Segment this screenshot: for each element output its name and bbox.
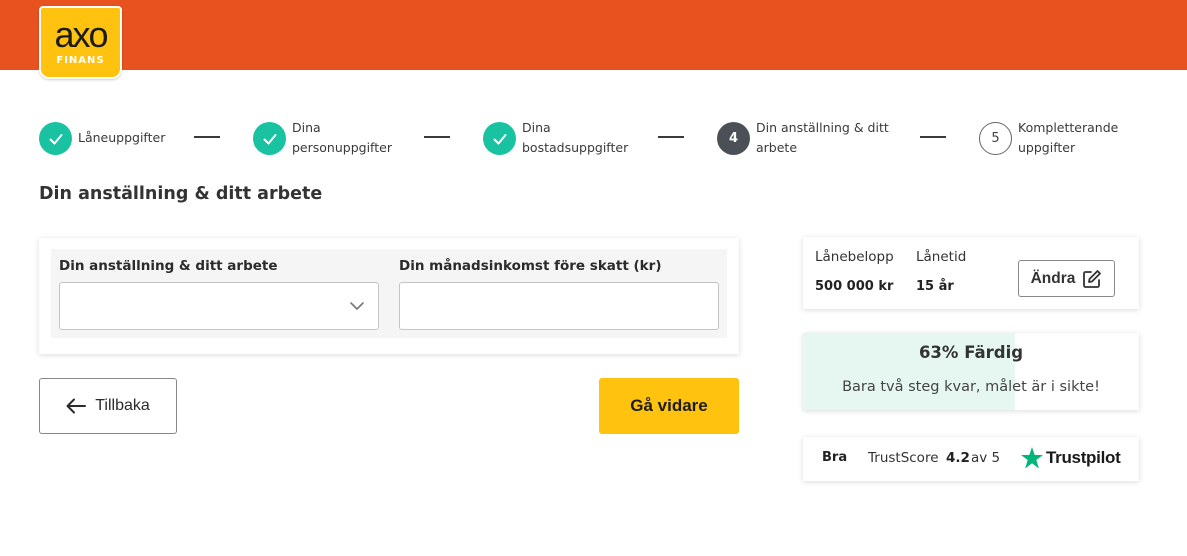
logo-subtitle: FINANS <box>56 55 105 66</box>
income-input[interactable] <box>400 283 718 329</box>
logo-wordmark: axo <box>54 14 108 55</box>
next-button[interactable]: Gå vidare <box>599 378 739 434</box>
trustpilot-brand: Trustpilot <box>1046 448 1121 467</box>
trustpilot-widget[interactable]: Bra TrustScore 4.2 av 5 Trustpilot <box>803 437 1139 481</box>
loan-summary-card: Lånebelopp 500 000 kr Lånetid 15 år Ändr… <box>803 237 1139 309</box>
trustscore-label: TrustScore <box>868 450 939 466</box>
trustpilot-star-icon <box>1021 447 1043 469</box>
step-5-number: 5 <box>979 122 1012 155</box>
check-icon <box>483 122 516 155</box>
trustscore-value: 4.2 <box>946 450 970 466</box>
back-button[interactable]: Tillbaka <box>39 378 177 434</box>
edit-loan-button[interactable]: Ändra <box>1018 260 1115 297</box>
step-5-label: Kompletterande uppgifter <box>1018 120 1119 155</box>
progress-card: 63% Färdig Bara två steg kvar, målet är … <box>803 333 1139 410</box>
trustpilot-logo: Trustpilot <box>1020 446 1121 470</box>
step-4-label: Din anställning & ditt arbete <box>756 120 889 155</box>
loan-amount-value: 500 000 kr <box>815 279 894 294</box>
step-4-number: 4 <box>717 122 750 155</box>
header-bar <box>0 0 1187 70</box>
employment-select-box <box>59 282 379 330</box>
loan-term-label: Lånetid <box>916 249 967 265</box>
income-input-box <box>399 282 719 330</box>
axo-finans-logo[interactable]: axo FINANS <box>39 6 122 79</box>
edit-icon <box>1083 269 1102 288</box>
page-title: Din anställning & ditt arbete <box>39 184 323 204</box>
check-icon <box>253 122 286 155</box>
progress-subtitle: Bara två steg kvar, målet är i sikte! <box>842 379 1100 395</box>
employment-form-card: Din anställning & ditt arbete Din månads… <box>39 238 739 354</box>
progress-title: 63% Färdig <box>918 343 1024 362</box>
step-connector <box>194 136 220 138</box>
step-connector <box>920 136 946 138</box>
next-button-label: Gå vidare <box>630 396 708 415</box>
step-3-label: Dina bostadsuppgifter <box>522 120 629 155</box>
loan-amount-label: Lånebelopp <box>815 249 894 265</box>
employment-select[interactable] <box>60 283 378 329</box>
arrow-left-icon <box>66 398 87 414</box>
income-label: Din månadsinkomst före skatt (kr) <box>399 258 662 274</box>
step-2-label: Dina personuppgifter <box>292 120 392 155</box>
check-icon <box>39 122 72 155</box>
trust-rating-word: Bra <box>822 450 848 465</box>
trustscore-of: av 5 <box>971 450 1001 466</box>
edit-loan-label: Ändra <box>1030 269 1076 287</box>
step-connector <box>424 136 450 138</box>
step-1-label: Låneuppgifter <box>78 130 166 145</box>
back-button-label: Tillbaka <box>95 397 150 414</box>
loan-term-value: 15 år <box>916 279 954 294</box>
employment-label: Din anställning & ditt arbete <box>59 258 278 274</box>
step-connector <box>658 136 684 138</box>
form-fields-group: Din anställning & ditt arbete Din månads… <box>51 249 727 338</box>
